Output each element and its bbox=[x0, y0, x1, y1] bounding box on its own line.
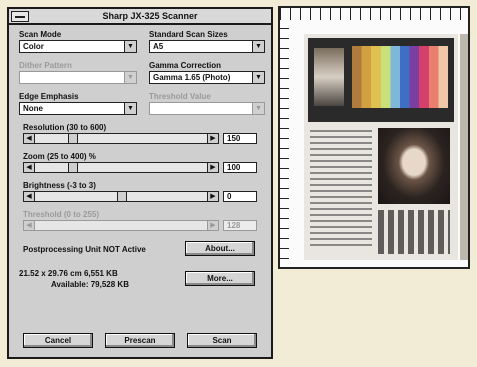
threshold-value-label: Threshold Value bbox=[149, 92, 211, 101]
postprocessing-status: Postprocessing Unit NOT Active bbox=[23, 245, 146, 254]
clipping-text-block bbox=[310, 130, 372, 250]
color-test-chart bbox=[308, 38, 454, 122]
prescan-button[interactable]: Prescan bbox=[105, 333, 175, 348]
resolution-thumb[interactable] bbox=[68, 134, 78, 143]
threshold-value[interactable]: 128 bbox=[223, 220, 257, 231]
chevron-down-icon[interactable]: ▼ bbox=[124, 103, 136, 114]
edge-emphasis-label: Edge Emphasis bbox=[19, 92, 79, 101]
gamma-select[interactable]: Gamma 1.65 (Photo) ▼ bbox=[149, 71, 265, 84]
edge-emphasis-value: None bbox=[23, 104, 43, 113]
arrow-right-icon[interactable]: ▶ bbox=[207, 221, 218, 230]
scan-size-label: Standard Scan Sizes bbox=[149, 30, 228, 39]
color-bars bbox=[352, 46, 448, 108]
arrow-left-icon[interactable]: ◀ bbox=[24, 192, 35, 201]
cancel-button[interactable]: Cancel bbox=[23, 333, 93, 348]
arrow-left-icon[interactable]: ◀ bbox=[24, 221, 35, 230]
scan-button[interactable]: Scan bbox=[187, 333, 257, 348]
brightness-label: Brightness (-3 to 3) bbox=[23, 181, 96, 190]
gamma-value: Gamma 1.65 (Photo) bbox=[153, 73, 231, 82]
chevron-down-icon[interactable]: ▼ bbox=[124, 72, 136, 83]
system-menu-icon[interactable] bbox=[11, 11, 29, 22]
scan-edge-strip bbox=[460, 34, 468, 260]
scanner-dialog: Sharp JX-325 Scanner Scan Mode Color ▼ S… bbox=[7, 7, 273, 359]
threshold-label: Threshold (0 to 255) bbox=[23, 210, 100, 219]
zoom-slider[interactable]: ◀ ▶ bbox=[23, 162, 219, 173]
scan-mode-select[interactable]: Color ▼ bbox=[19, 40, 137, 53]
arrow-left-icon[interactable]: ◀ bbox=[24, 134, 35, 143]
scan-mode-label: Scan Mode bbox=[19, 30, 62, 39]
window-title: Sharp JX-325 Scanner bbox=[102, 11, 198, 21]
arrow-right-icon[interactable]: ▶ bbox=[207, 163, 218, 172]
arrow-right-icon[interactable]: ▶ bbox=[207, 192, 218, 201]
chevron-down-icon[interactable]: ▼ bbox=[252, 41, 264, 52]
chevron-down-icon[interactable]: ▼ bbox=[252, 103, 264, 114]
scan-mode-value: Color bbox=[23, 42, 44, 51]
arrow-right-icon[interactable]: ▶ bbox=[207, 134, 218, 143]
dither-pattern-select[interactable]: ▼ bbox=[19, 71, 137, 84]
edge-emphasis-select[interactable]: None ▼ bbox=[19, 102, 137, 115]
prescan-image[interactable] bbox=[304, 34, 458, 260]
dither-pattern-label: Dither Pattern bbox=[19, 61, 72, 70]
prescan-preview[interactable] bbox=[278, 6, 470, 269]
brightness-value[interactable]: 0 bbox=[223, 191, 257, 202]
brightness-thumb[interactable] bbox=[117, 192, 127, 201]
more-button[interactable]: More... bbox=[185, 271, 255, 286]
resolution-value[interactable]: 150 bbox=[223, 133, 257, 144]
available-memory: Available: 79,528 KB bbox=[51, 280, 129, 289]
zoom-value[interactable]: 100 bbox=[223, 162, 257, 173]
threshold-slider[interactable]: ◀ ▶ bbox=[23, 220, 219, 231]
threshold-value-select[interactable]: ▼ bbox=[149, 102, 265, 115]
portrait-photo bbox=[378, 128, 450, 204]
brightness-slider[interactable]: ◀ ▶ bbox=[23, 191, 219, 202]
zoom-label: Zoom (25 to 400) % bbox=[23, 152, 96, 161]
vertical-ruler bbox=[280, 28, 294, 267]
title-bar[interactable]: Sharp JX-325 Scanner bbox=[9, 9, 271, 25]
scan-size-info: 21.52 x 29.76 cm 6,551 KB bbox=[19, 269, 118, 278]
gray-wedge bbox=[314, 48, 344, 106]
resolution-label: Resolution (30 to 600) bbox=[23, 123, 107, 132]
scan-size-select[interactable]: A5 ▼ bbox=[149, 40, 265, 53]
printed-block bbox=[378, 210, 450, 254]
arrow-left-icon[interactable]: ◀ bbox=[24, 163, 35, 172]
zoom-thumb[interactable] bbox=[68, 163, 78, 172]
horizontal-ruler bbox=[280, 8, 468, 28]
resolution-slider[interactable]: ◀ ▶ bbox=[23, 133, 219, 144]
gamma-label: Gamma Correction bbox=[149, 61, 222, 70]
scan-size-value: A5 bbox=[153, 42, 164, 51]
chevron-down-icon[interactable]: ▼ bbox=[124, 41, 136, 52]
about-button[interactable]: About... bbox=[185, 241, 255, 256]
chevron-down-icon[interactable]: ▼ bbox=[252, 72, 264, 83]
